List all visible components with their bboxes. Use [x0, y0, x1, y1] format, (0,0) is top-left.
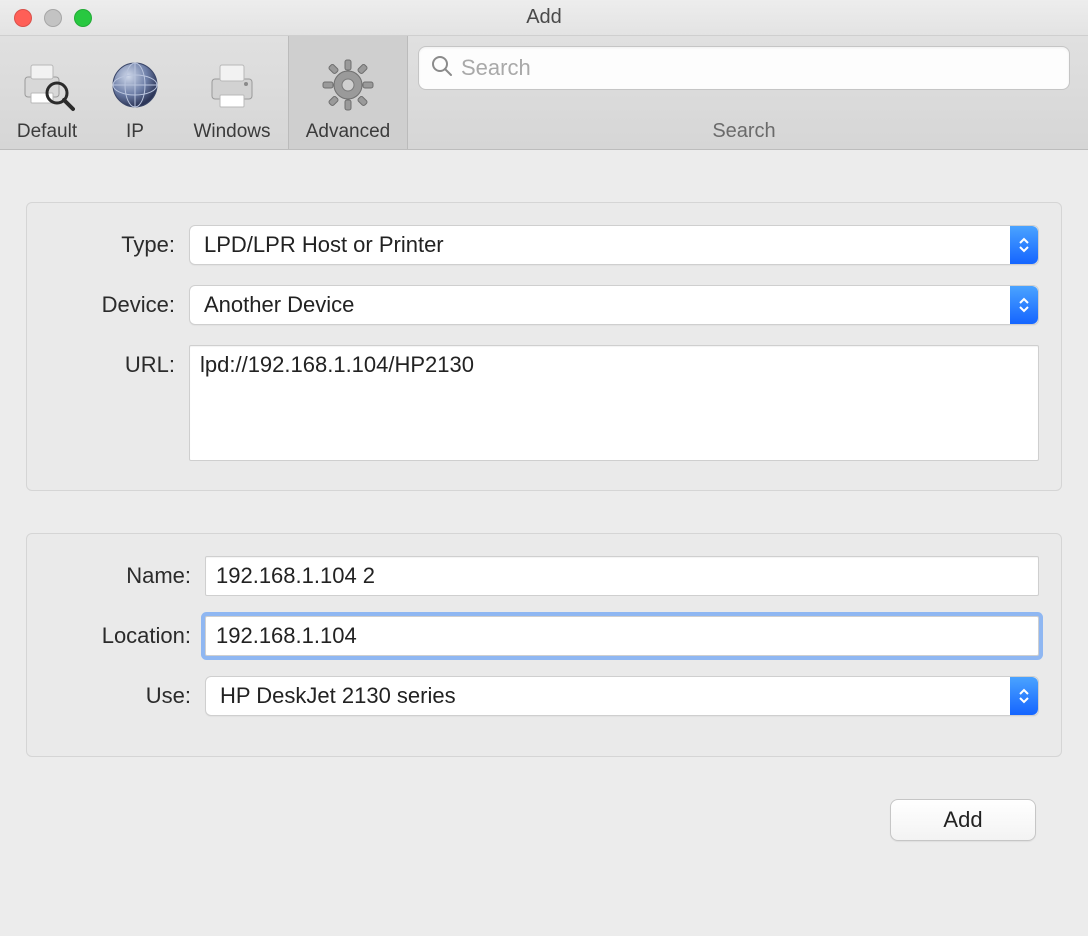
url-row: URL:	[49, 345, 1039, 466]
content: Type: LPD/LPR Host or Printer Device: An…	[0, 150, 1088, 841]
name-row: Name:	[49, 556, 1039, 596]
name-field[interactable]	[205, 556, 1039, 596]
chevron-updown-icon	[1010, 226, 1038, 264]
device-row: Device: Another Device	[49, 285, 1039, 325]
location-field[interactable]	[205, 616, 1039, 656]
window-title: Add	[0, 6, 1088, 29]
add-button[interactable]: Add	[890, 799, 1036, 841]
search-icon	[431, 55, 453, 82]
details-panel: Name: Location: Use: HP DeskJet 2130 ser…	[26, 533, 1062, 757]
toolbar-item-label: Windows	[193, 121, 270, 143]
use-select[interactable]: HP DeskJet 2130 series	[205, 676, 1039, 716]
toolbar-item-label: Advanced	[306, 121, 391, 143]
location-label: Location:	[49, 616, 205, 656]
search-label: Search	[418, 120, 1070, 143]
use-value: HP DeskJet 2130 series	[220, 683, 456, 709]
toolbar-item-label: Default	[17, 121, 77, 143]
connection-panel: Type: LPD/LPR Host or Printer Device: An…	[26, 202, 1062, 491]
printer-icon	[202, 55, 262, 115]
toolbar-item-default[interactable]: Default	[0, 36, 94, 149]
globe-icon	[105, 55, 165, 115]
url-label: URL:	[49, 345, 189, 385]
toolbar-item-windows[interactable]: Windows	[176, 36, 288, 149]
search-field[interactable]	[418, 46, 1070, 90]
titlebar: Add	[0, 0, 1088, 36]
type-value: LPD/LPR Host or Printer	[204, 232, 444, 258]
footer: Add	[26, 799, 1062, 841]
use-row: Use: HP DeskJet 2130 series	[49, 676, 1039, 716]
toolbar-item-advanced[interactable]: Advanced	[288, 36, 408, 149]
name-label: Name:	[49, 556, 205, 596]
type-label: Type:	[49, 225, 189, 265]
chevron-updown-icon	[1010, 677, 1038, 715]
location-row: Location:	[49, 616, 1039, 656]
toolbar-item-ip[interactable]: IP	[94, 36, 176, 149]
type-row: Type: LPD/LPR Host or Printer	[49, 225, 1039, 265]
use-label: Use:	[49, 676, 205, 716]
search-input[interactable]	[461, 55, 1057, 81]
device-value: Another Device	[204, 292, 354, 318]
chevron-updown-icon	[1010, 286, 1038, 324]
device-label: Device:	[49, 285, 189, 325]
device-select[interactable]: Another Device	[189, 285, 1039, 325]
toolbar-search-area: Search	[408, 36, 1088, 149]
type-select[interactable]: LPD/LPR Host or Printer	[189, 225, 1039, 265]
gear-icon	[318, 55, 378, 115]
toolbar-item-label: IP	[126, 121, 144, 143]
printer-search-icon	[17, 55, 77, 115]
url-field[interactable]	[189, 345, 1039, 461]
toolbar: Default IP	[0, 36, 1088, 150]
